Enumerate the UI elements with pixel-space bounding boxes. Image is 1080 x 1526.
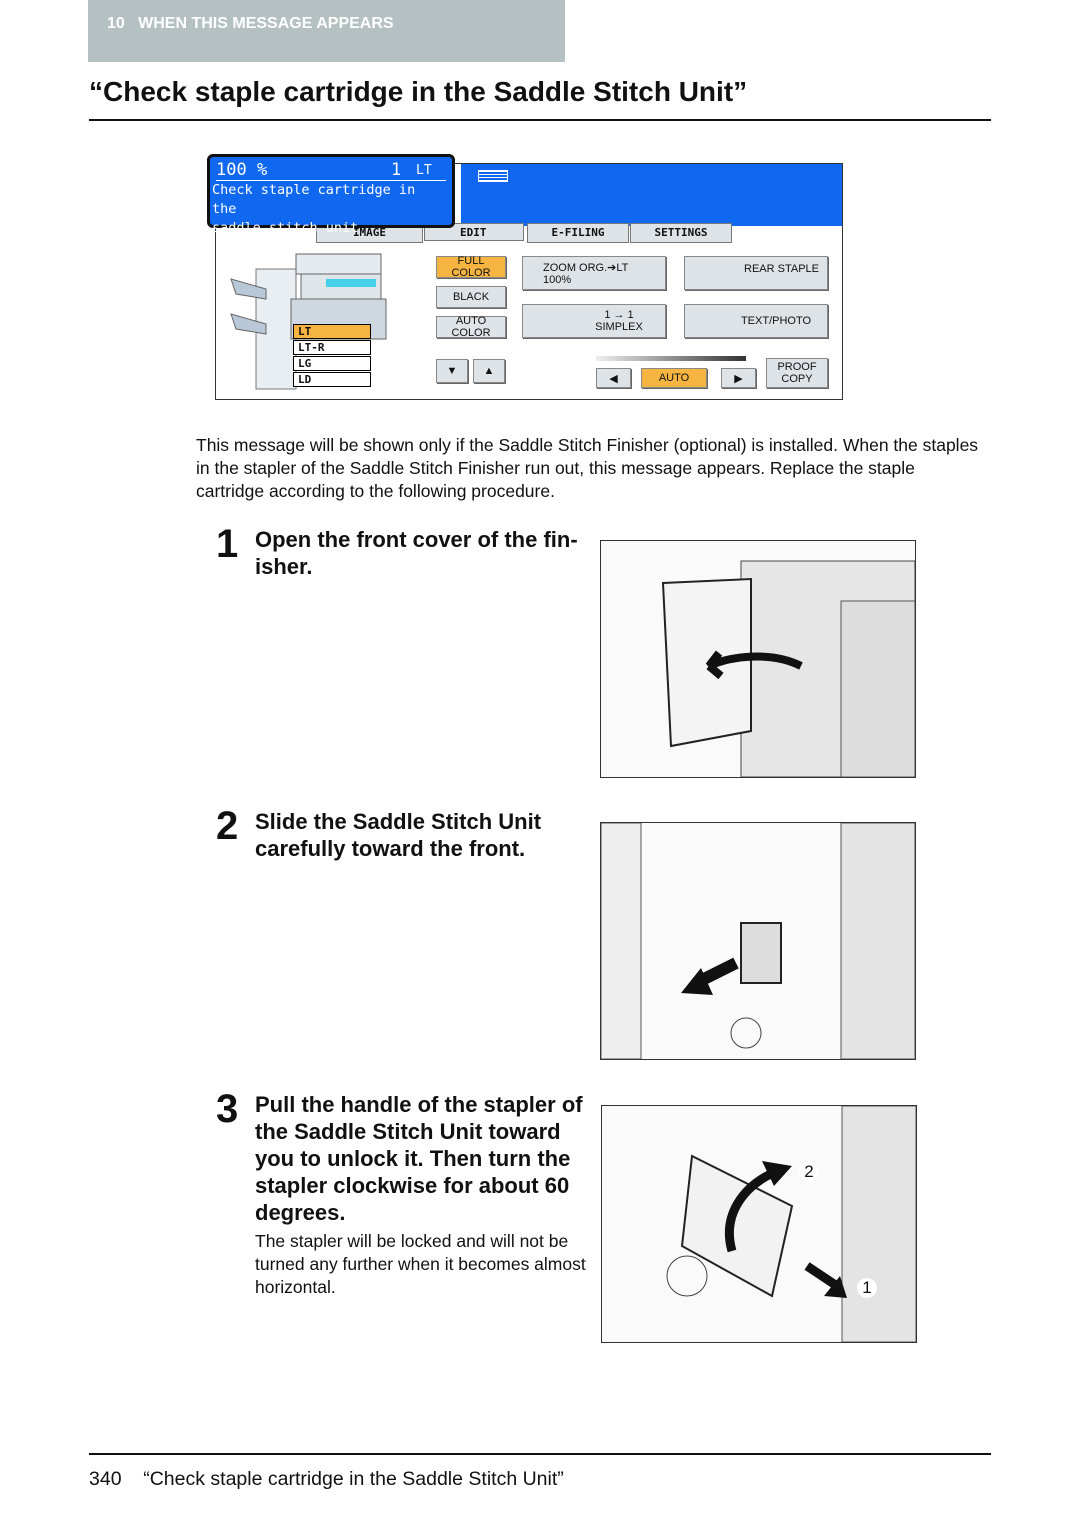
paper-display: LT	[416, 163, 432, 178]
density-lighter-button: ◀	[596, 368, 631, 388]
duplex-label: 1 → 1	[604, 309, 634, 321]
intro-paragraph: This message will be shown only if the S…	[196, 435, 979, 501]
duplex-mode: SIMPLEX	[595, 321, 643, 333]
step-3-number: 3	[216, 1087, 239, 1131]
full-color-button: FULL COLOR	[436, 255, 506, 279]
tab-e-filing: E-FILING	[527, 223, 629, 243]
tray-lt-r: LT-R	[293, 340, 371, 355]
footer-title: “Check staple cartridge in the Saddle St…	[143, 1468, 564, 1490]
image-mode-button: TEXT/PHOTO	[684, 304, 828, 338]
chapter-header: 10 WHEN THIS MESSAGE APPEARS	[88, 0, 565, 62]
message-display: 100 % 1 LT Check staple cartridge in the s…	[207, 154, 455, 236]
title-rule	[89, 119, 991, 121]
density-scale	[596, 356, 746, 361]
step-1-number: 1	[216, 522, 239, 566]
black-button: BLACK	[436, 286, 506, 308]
scroll-up-button: ▲	[473, 359, 505, 383]
callout-2: 2	[799, 1162, 819, 1182]
density-auto-button: AUTO	[641, 368, 707, 388]
tab-settings: SETTINGS	[630, 223, 732, 243]
tray-lg: LG	[293, 356, 371, 371]
page-number: 340	[89, 1468, 122, 1490]
page: 10 WHEN THIS MESSAGE APPEARS “Check stap…	[0, 0, 1080, 1526]
message-line-2: saddle stitch unit	[212, 220, 359, 236]
chapter-number: 10	[107, 15, 125, 32]
zoom-label: ZOOM ORG.➔LT	[543, 261, 629, 274]
tray-ld: LD	[293, 372, 371, 387]
copies-display: 1	[391, 160, 402, 180]
step-2-text: Slide the Saddle Stitch Unit carefully t…	[255, 809, 542, 861]
slide-unit-illustration	[600, 822, 916, 1060]
density-darker-button: ▶	[721, 368, 756, 388]
step-3-note: The stapler will be locked and will not …	[255, 1231, 586, 1297]
step-3-text: Pull the handle of the stapler of the Sa…	[255, 1092, 583, 1225]
duplex-button: 1 → 1 SIMPLEX	[522, 304, 666, 338]
rotate-stapler-illustration: 2 1	[601, 1105, 917, 1343]
chapter-title: WHEN THIS MESSAGE APPEARS	[138, 15, 394, 32]
proof-label: PROOF	[777, 361, 817, 373]
staple-button: REAR STAPLE	[684, 256, 828, 290]
footer: 340 “Check staple cartridge in the Saddl…	[89, 1468, 564, 1491]
tray-lt: LT	[293, 324, 371, 339]
zoom-value: 100%	[543, 273, 572, 286]
panel-header-bar	[461, 164, 842, 226]
zoom-button: ZOOM ORG.➔LT 100%	[522, 256, 666, 290]
auto-color-button: AUTO COLOR	[436, 315, 506, 339]
list-icon	[478, 170, 508, 182]
open-front-cover-illustration	[600, 540, 916, 778]
callout-1: 1	[857, 1278, 877, 1298]
proof-copy-button: PROOF COPY	[766, 358, 828, 388]
step-2-number: 2	[216, 804, 239, 848]
zoom-display: 100 %	[216, 160, 268, 180]
page-title: “Check staple cartridge in the Saddle St…	[89, 76, 748, 107]
copy-label: COPY	[781, 373, 813, 385]
footer-rule	[89, 1453, 991, 1455]
step-1-text: Open the front cover of the fin-isher.	[255, 527, 578, 579]
message-line-1: Check staple cartridge in the	[212, 182, 416, 217]
scroll-down-button: ▼	[436, 359, 468, 383]
